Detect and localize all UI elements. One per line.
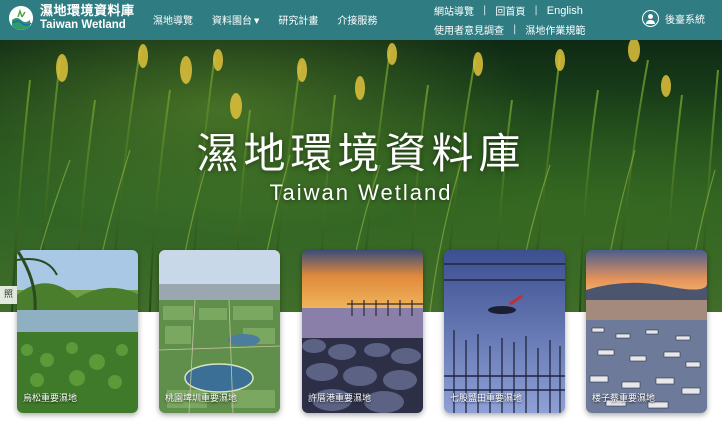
admin-label: 後臺系統 bbox=[665, 15, 705, 26]
card-photo bbox=[444, 250, 565, 413]
card-label: 許厝港重要濕地 bbox=[308, 394, 372, 404]
wetland-cards: 烏松重要濕地 桃園埤圳重要濕地 許厝港重要濕地 七股鹽田重要濕地 楼子蔡重要濕地 bbox=[0, 250, 722, 425]
site-logo[interactable]: 濕地環境資料庫 Taiwan Wetland bbox=[9, 5, 135, 32]
divider: | bbox=[513, 24, 517, 35]
english-link[interactable]: English bbox=[547, 5, 583, 17]
rules-link[interactable]: 濕地作業規範 bbox=[525, 22, 585, 37]
nav-item-label: 資料園台 bbox=[212, 16, 252, 27]
utility-links-row-1: 網站導覽 | 回首頁 | English bbox=[434, 3, 583, 19]
card-photo bbox=[159, 250, 280, 413]
brand-name-en: Taiwan Wetland bbox=[40, 19, 126, 31]
nav-item-label: 研究計畫 bbox=[278, 16, 319, 27]
card-label: 桃園埤圳重要濕地 bbox=[165, 394, 238, 404]
photo-side-tab[interactable]: 照 bbox=[0, 286, 17, 304]
divider: | bbox=[534, 5, 538, 16]
hero-title: 濕地環境資料庫 bbox=[196, 129, 526, 178]
card-label: 楼子蔡重要濕地 bbox=[592, 394, 656, 404]
card-label: 烏松重要濕地 bbox=[23, 394, 78, 404]
wetland-card[interactable]: 桃園埤圳重要濕地 bbox=[159, 250, 280, 413]
admin-login[interactable]: 後臺系統 bbox=[642, 10, 705, 27]
hero-subtitle: Taiwan Wetland bbox=[269, 180, 453, 205]
card-photo bbox=[17, 250, 138, 413]
wetland-card[interactable]: 烏松重要濕地 bbox=[17, 250, 138, 413]
brand-name-zh: 濕地環境資料庫 bbox=[40, 4, 135, 19]
main-nav: 濕地導覽 資料園台 ▼ 研究計畫 介接服務 bbox=[153, 12, 396, 27]
nav-item-label: 介接服務 bbox=[337, 16, 378, 27]
nav-item-label: 濕地導覽 bbox=[153, 16, 193, 27]
card-label: 七股鹽田重要濕地 bbox=[450, 394, 523, 404]
wetland-logo-icon bbox=[9, 6, 33, 31]
utility-links-row-2: 使用者意見調查 | 濕地作業規範 bbox=[434, 22, 585, 37]
card-photo bbox=[302, 250, 423, 413]
nav-item-data-platform[interactable]: 資料園台 ▼ bbox=[212, 12, 259, 27]
user-circle-icon bbox=[642, 10, 659, 27]
wetland-card[interactable]: 楼子蔡重要濕地 bbox=[586, 250, 707, 413]
top-header: 濕地環境資料庫 Taiwan Wetland 濕地導覽 資料園台 ▼ 研究計畫 介… bbox=[0, 0, 722, 40]
home-link[interactable]: 回首頁 bbox=[495, 3, 525, 18]
wetland-card[interactable]: 七股鹽田重要濕地 bbox=[444, 250, 565, 413]
nav-item-api-services[interactable]: 介接服務 bbox=[337, 12, 377, 27]
sitemap-link[interactable]: 網站導覽 bbox=[434, 3, 474, 18]
divider: | bbox=[483, 5, 487, 16]
card-photo bbox=[586, 250, 707, 413]
caret-down-icon: ▼ bbox=[254, 17, 260, 25]
survey-link[interactable]: 使用者意見調查 bbox=[434, 22, 504, 37]
wetland-card[interactable]: 許厝港重要濕地 bbox=[302, 250, 423, 413]
nav-item-research[interactable]: 研究計畫 bbox=[278, 12, 318, 27]
nav-item-wetland-guide[interactable]: 濕地導覽 bbox=[153, 12, 193, 27]
